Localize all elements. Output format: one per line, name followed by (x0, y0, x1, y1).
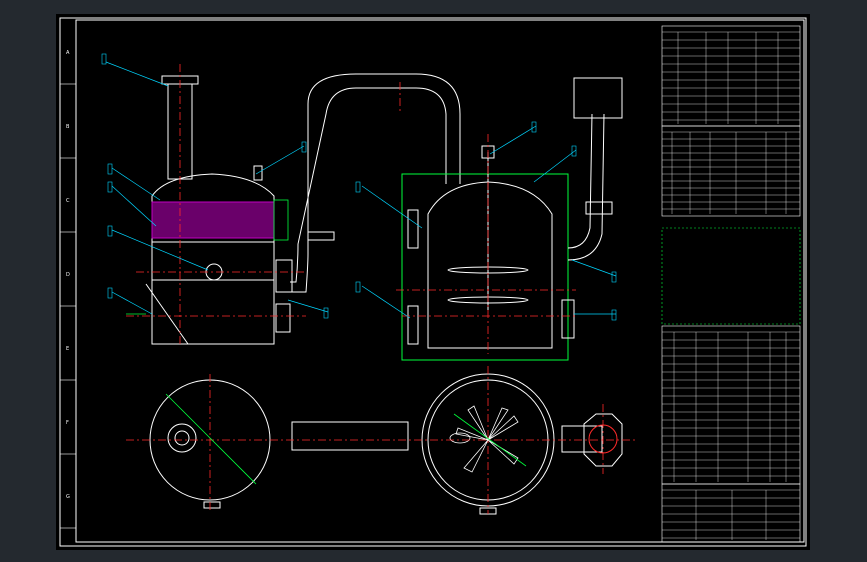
leader-tag (355, 181, 361, 193)
title-block (661, 25, 801, 543)
zone-letter: D (66, 272, 70, 278)
left-vessel-plan-nozzle (167, 423, 197, 453)
parts-list-top (661, 125, 801, 217)
drawing-sheet: A B C D E F G (56, 14, 810, 550)
engineering-drawing: A B C D E F G (59, 17, 807, 547)
leader-tag (107, 225, 113, 237)
plan-agitator-blades (449, 405, 519, 473)
zone-markers: A B C D E F G (60, 50, 76, 529)
plan-left-foot (203, 501, 221, 509)
leader-tag (323, 307, 329, 319)
outer-border (59, 17, 807, 547)
leader-tag (611, 271, 617, 283)
plan-cyclone-connector (561, 425, 603, 453)
plan-crossover-pipe (291, 421, 409, 451)
technical-notes (661, 227, 801, 325)
title-box (661, 483, 801, 543)
leader-tag (571, 145, 577, 157)
crossover-pipe-outer (290, 73, 461, 293)
leader-tag (107, 181, 113, 193)
zone-letter: E (66, 346, 69, 352)
zone-letter: B (66, 124, 70, 130)
cyclone-pipe-inner (567, 113, 593, 249)
crossover-pipe-inner (290, 87, 447, 283)
left-vessel-nozzle-a (275, 259, 293, 293)
leader-tag (107, 163, 113, 175)
plan-view (149, 373, 623, 515)
elevation-view (145, 73, 623, 361)
crossover-flange (307, 231, 335, 241)
table-grid (662, 31, 800, 540)
right-vessel-shell (427, 181, 553, 349)
inner-border (75, 19, 805, 543)
leader-tag (611, 309, 617, 321)
zone-letter: F (66, 420, 69, 426)
revision-table (661, 25, 801, 127)
zone-letter: G (66, 494, 70, 500)
zone-letter: C (66, 198, 70, 204)
parts-list (661, 325, 801, 485)
centerlines (126, 64, 636, 514)
packing-bed (151, 201, 275, 239)
leader-tag (355, 281, 361, 293)
left-vessel-nozzle-b (275, 303, 291, 333)
leader-tag (107, 287, 113, 299)
right-vessel-nozzle-left (407, 209, 419, 249)
cyclone-head (573, 77, 623, 119)
right-vessel-nozzle-low (407, 305, 419, 345)
left-vessel-plan-nozzle-inner (174, 430, 190, 446)
leader-tag (101, 53, 107, 65)
zone-letter: A (66, 50, 70, 56)
